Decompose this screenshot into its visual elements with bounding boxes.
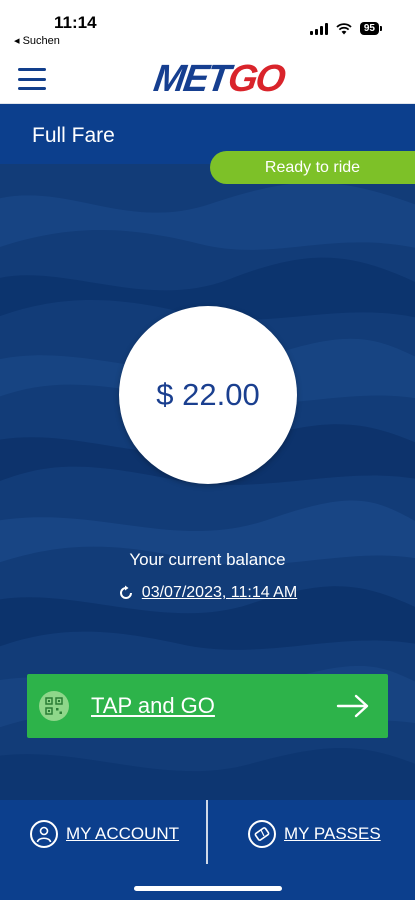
- nav-divider: [206, 800, 208, 864]
- arrow-right-icon: [336, 694, 369, 718]
- my-account-button[interactable]: MY ACCOUNT: [30, 820, 179, 848]
- balance-circle: $ 22.00: [119, 306, 297, 484]
- home-indicator: [134, 886, 282, 891]
- metgo-logo: METGO: [151, 58, 287, 100]
- app-header: METGO: [0, 54, 415, 104]
- qr-code-icon: [39, 691, 69, 721]
- my-account-label: MY ACCOUNT: [66, 824, 180, 843]
- tap-and-go-button[interactable]: TAP and GO: [27, 674, 388, 738]
- fare-type-title: Full Fare: [32, 124, 115, 147]
- wifi-icon: [336, 22, 352, 34]
- bottom-navigation: MY ACCOUNT MY PASSES: [0, 800, 415, 900]
- menu-icon[interactable]: [18, 68, 46, 90]
- balance-updated-row[interactable]: 03/07/2023, 11:14 AM: [0, 584, 415, 602]
- status-bar: 11:14 ◂ Suchen 95: [0, 0, 415, 54]
- my-passes-button[interactable]: MY PASSES: [248, 820, 381, 848]
- user-icon: [30, 820, 58, 848]
- ticket-icon: [248, 820, 276, 848]
- balance-amount: $ 22.00: [156, 377, 260, 412]
- tap-and-go-label: TAP and GO: [91, 693, 215, 718]
- status-time: 11:14: [54, 13, 97, 32]
- balance-updated-timestamp[interactable]: 03/07/2023, 11:14 AM: [142, 584, 297, 602]
- refresh-icon[interactable]: [118, 585, 134, 601]
- fare-card: Full Fare Ready to ride $ 22.00 Your cur…: [0, 104, 415, 800]
- balance-label: Your current balance: [129, 550, 286, 569]
- cellular-signal-icon: [309, 22, 328, 35]
- ready-status-badge: Ready to ride: [210, 151, 415, 184]
- my-passes-label: MY PASSES: [284, 824, 381, 843]
- status-icons: 95: [309, 22, 383, 35]
- battery-icon: 95: [359, 22, 383, 35]
- back-to-app-link[interactable]: ◂ Suchen: [14, 34, 60, 47]
